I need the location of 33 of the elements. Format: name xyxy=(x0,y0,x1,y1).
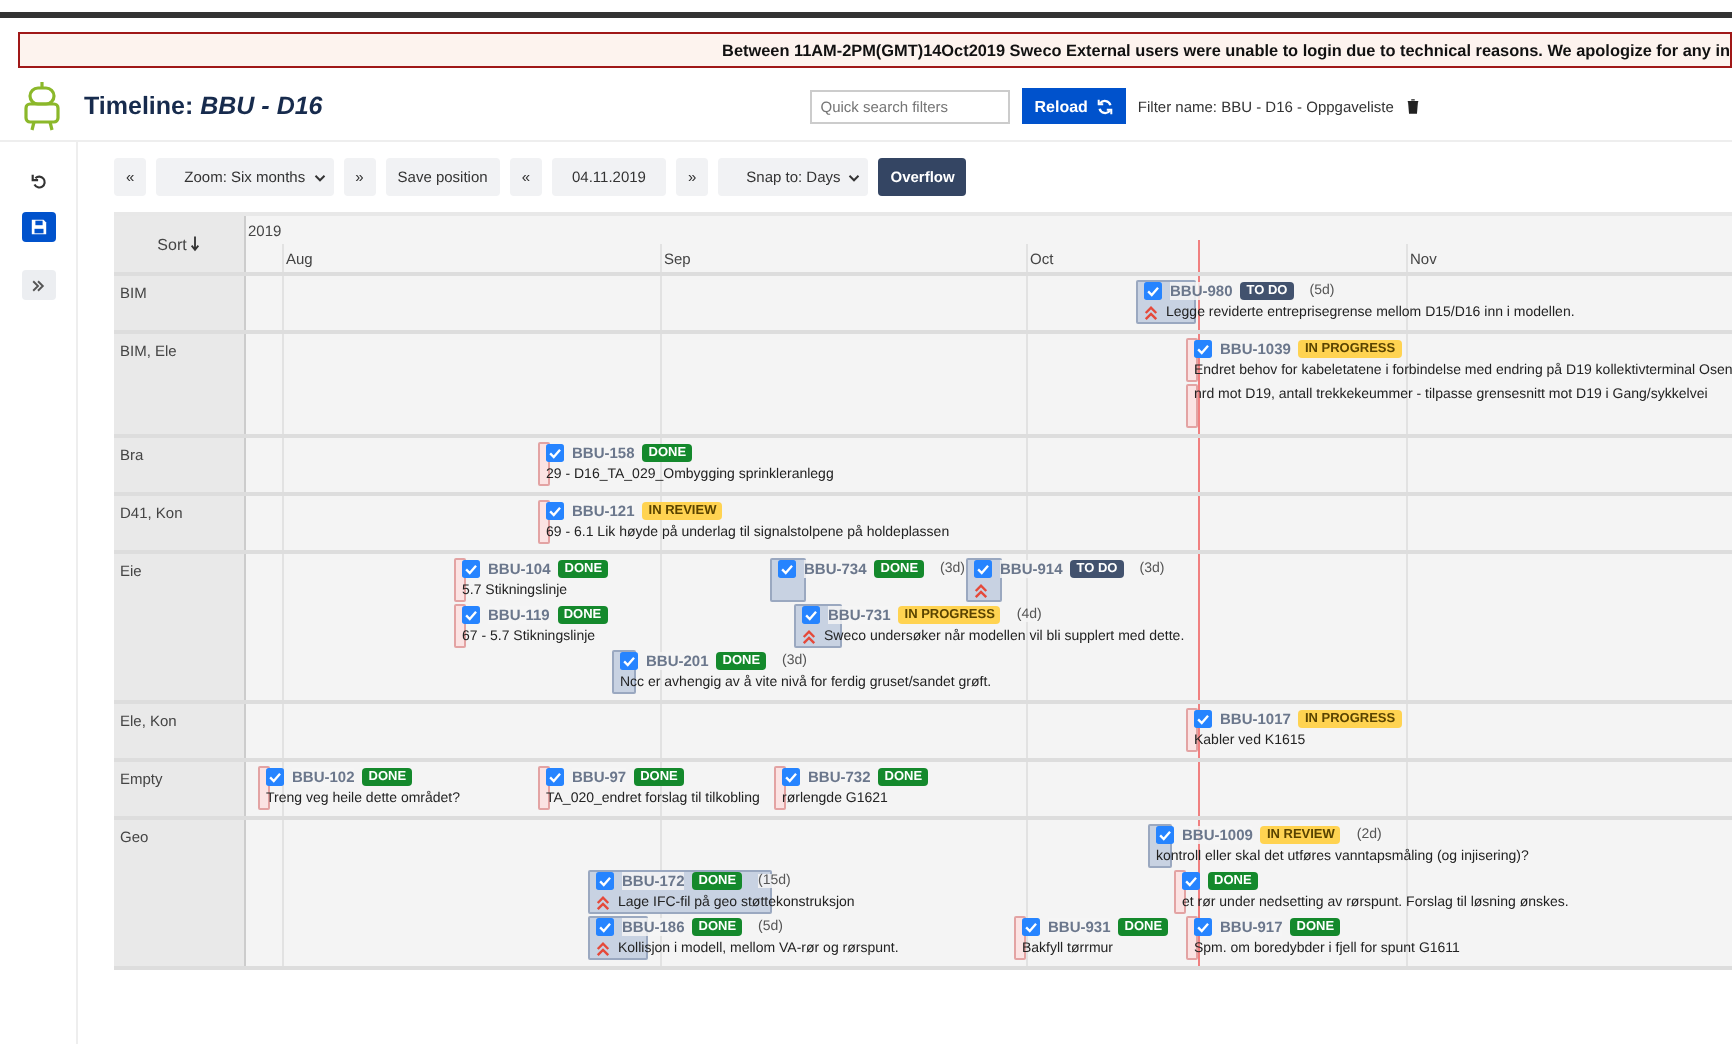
checkbox-icon[interactable] xyxy=(546,768,564,786)
robot-logo-icon xyxy=(20,80,64,132)
checkbox-icon[interactable] xyxy=(778,560,796,578)
down-arrow-icon xyxy=(190,236,201,252)
checkbox-icon[interactable] xyxy=(596,872,614,890)
refresh-icon xyxy=(1095,97,1114,115)
checkbox-icon[interactable] xyxy=(802,606,820,624)
caret-icon xyxy=(313,173,326,181)
checkbox-icon[interactable] xyxy=(462,606,480,624)
checkbox-icon[interactable] xyxy=(1022,918,1040,936)
page-title: Timeline: BBU - D16 xyxy=(84,92,323,120)
checkbox-icon[interactable] xyxy=(1194,918,1212,936)
checkbox-icon[interactable] xyxy=(1182,872,1200,890)
reload-button[interactable]: Reload xyxy=(1022,88,1126,124)
checkbox-icon[interactable] xyxy=(620,652,638,670)
checkbox-icon[interactable] xyxy=(266,768,284,786)
trash-icon[interactable] xyxy=(1405,98,1420,114)
double-chevron-right-icon xyxy=(30,277,46,293)
save-button[interactable] xyxy=(21,212,55,242)
caret-icon xyxy=(848,173,861,181)
checkbox-icon[interactable] xyxy=(1144,282,1162,300)
checkbox-icon[interactable] xyxy=(974,560,992,578)
checkbox-icon[interactable] xyxy=(782,768,800,786)
checkbox-icon[interactable] xyxy=(596,918,614,936)
checkbox-icon[interactable] xyxy=(546,502,564,520)
checkbox-icon[interactable] xyxy=(546,444,564,462)
checkbox-icon[interactable] xyxy=(462,560,480,578)
announcement-text: Between 11AM-2PM(GMT)14Oct2019 Sweco External users were unable to login due to technical reasons. We apologize for any in xyxy=(722,41,1730,59)
checkbox-icon[interactable] xyxy=(1194,340,1212,358)
checkbox-icon[interactable] xyxy=(1194,710,1212,728)
undo-icon xyxy=(29,172,47,190)
checkbox-icon[interactable] xyxy=(1156,826,1174,844)
expand-button[interactable] xyxy=(21,270,55,300)
